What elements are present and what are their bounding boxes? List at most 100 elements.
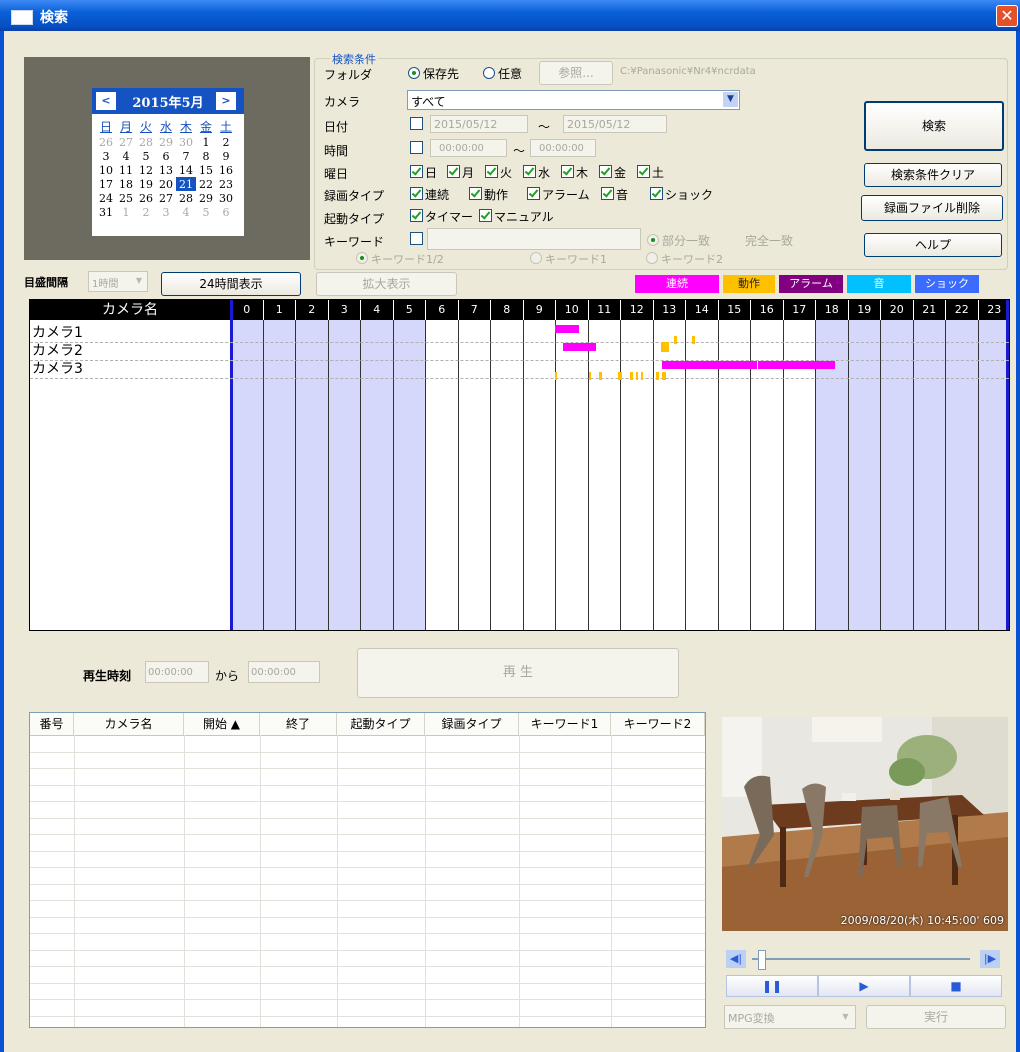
kw12-radio[interactable]: キーワード1/2 (356, 251, 444, 267)
list-column-header[interactable]: 終了 (260, 713, 337, 735)
calendar-day[interactable]: 15 (196, 163, 216, 177)
calendar-day[interactable]: 10 (96, 163, 116, 177)
calendar-day[interactable]: 19 (136, 177, 156, 191)
match-exact-radio[interactable]: 完全一致 (745, 232, 793, 249)
calendar-day[interactable]: 27 (156, 191, 176, 205)
starttype-checkbox[interactable]: タイマー (410, 208, 473, 225)
close-button[interactable]: ✕ (996, 5, 1018, 27)
list-column-header[interactable]: キーワード1 (519, 713, 611, 735)
kw1-radio[interactable]: キーワード1 (530, 251, 607, 267)
calendar-day[interactable]: 5 (136, 149, 156, 163)
pause-button[interactable]: ❚❚ (726, 975, 818, 997)
calendar-day[interactable]: 1 (116, 205, 136, 219)
calendar-day[interactable]: 24 (96, 191, 116, 205)
calendar-day[interactable]: 26 (96, 135, 116, 149)
timeline-segment-motion[interactable] (641, 372, 644, 380)
calendar-day[interactable]: 4 (116, 149, 136, 163)
calendar-day[interactable]: 8 (196, 149, 216, 163)
calendar-day[interactable]: 30 (216, 191, 236, 205)
timeline-segment-continuous[interactable] (758, 361, 835, 369)
calendar-day[interactable]: 3 (96, 149, 116, 163)
list-column-header[interactable]: 番号 (30, 713, 74, 735)
calendar-day[interactable]: 23 (216, 177, 236, 191)
calendar-day[interactable]: 1 (196, 135, 216, 149)
time-to-field[interactable]: 00:00:00 (530, 139, 596, 157)
rectype-checkbox[interactable]: アラーム (527, 186, 590, 203)
calendar-day[interactable]: 18 (116, 177, 136, 191)
results-list[interactable]: 番号 カメラ名 開始 ▲ 終了 起動タイプ 録画タイプ キーワード1 キーワード2 (29, 712, 706, 1028)
timeline-segment-motion[interactable] (589, 372, 592, 380)
list-column-header[interactable]: 開始 ▲ (184, 713, 260, 735)
help-button[interactable]: ヘルプ (864, 233, 1002, 257)
calendar-day[interactable]: 31 (96, 205, 116, 219)
calendar-day[interactable]: 4 (176, 205, 196, 219)
calendar-day[interactable]: 29 (156, 135, 176, 149)
calendar-day[interactable]: 14 (176, 163, 196, 177)
list-column-header[interactable]: 起動タイプ (337, 713, 425, 735)
calendar-day[interactable]: 11 (116, 163, 136, 177)
calendar-day[interactable]: 16 (216, 163, 236, 177)
calendar-day[interactable]: 2 (136, 205, 156, 219)
timeline-segment-motion[interactable] (618, 372, 622, 380)
clear-conditions-button[interactable]: 検索条件クリア (864, 163, 1002, 187)
weekday-checkbox[interactable]: 土 (637, 164, 664, 181)
play-button[interactable]: 再 生 (357, 648, 679, 698)
time-from-field[interactable]: 00:00:00 (430, 139, 507, 157)
calendar-day[interactable]: 2 (216, 135, 236, 149)
calendar-day[interactable]: 27 (116, 135, 136, 149)
timeline-segment-motion[interactable] (555, 372, 557, 380)
timeline-segment-motion[interactable] (673, 336, 677, 344)
calendar-day[interactable]: 5 (196, 205, 216, 219)
camera-select[interactable]: すべて ▼ (407, 90, 740, 110)
calendar-day[interactable]: 28 (176, 191, 196, 205)
rectype-checkbox[interactable]: 音 (601, 186, 628, 203)
play-icon-button[interactable]: ▶ (818, 975, 910, 997)
keyword-checkbox[interactable] (410, 232, 425, 247)
recording-timeline[interactable]: カメラ名 0 1 2 3 4 5 6 7 8 9 10 11 12 13 14 15 16 17 18 19 20 21 2… (29, 299, 1010, 631)
keyword-input[interactable] (427, 228, 641, 250)
timeline-segment-continuous[interactable] (563, 343, 596, 351)
seek-thumb[interactable] (758, 950, 766, 970)
calendar-day[interactable]: 20 (156, 177, 176, 191)
calendar-day[interactable]: 3 (156, 205, 176, 219)
weekday-checkbox[interactable]: 木 (561, 164, 588, 181)
folder-any-radio[interactable]: 任意 (483, 65, 522, 82)
display-24h-button[interactable]: 24時間表示 (161, 272, 301, 296)
match-partial-radio[interactable]: 部分一致 (647, 232, 710, 249)
playback-from-field[interactable]: 00:00:00 (145, 661, 209, 683)
time-checkbox[interactable] (410, 141, 425, 156)
seek-slider[interactable] (752, 958, 970, 960)
convert-format-select[interactable]: MPG変換 ▼ (724, 1005, 856, 1029)
weekday-checkbox[interactable]: 水 (523, 164, 550, 181)
weekday-checkbox[interactable]: 金 (599, 164, 626, 181)
calendar-day[interactable]: 6 (156, 149, 176, 163)
weekday-checkbox[interactable]: 月 (447, 164, 474, 181)
weekday-checkbox[interactable]: 日 (410, 164, 437, 181)
calendar-day[interactable]: 9 (216, 149, 236, 163)
kw2-radio[interactable]: キーワード2 (646, 251, 723, 267)
next-month-button[interactable]: > (216, 92, 236, 110)
calendar-day[interactable]: 26 (136, 191, 156, 205)
timeline-segment-motion[interactable] (662, 372, 666, 380)
step-back-button[interactable]: ◀| (726, 950, 746, 968)
calendar-day[interactable]: 22 (196, 177, 216, 191)
rectype-checkbox[interactable]: ショック (650, 186, 713, 203)
calendar-day[interactable]: 30 (176, 135, 196, 149)
calendar-day[interactable]: 6 (216, 205, 236, 219)
list-column-header[interactable]: 録画タイプ (425, 713, 519, 735)
calendar-day[interactable]: 7 (176, 149, 196, 163)
search-button[interactable]: 検索 (864, 101, 1004, 151)
timeline-segment-continuous[interactable] (555, 325, 580, 333)
browse-button[interactable]: 参照... (539, 61, 613, 85)
zoom-button[interactable]: 拡大表示 (316, 272, 457, 296)
calendar-day[interactable]: 13 (156, 163, 176, 177)
step-forward-button[interactable]: |▶ (980, 950, 1000, 968)
timeline-segment-motion[interactable] (655, 372, 659, 380)
list-column-header[interactable]: カメラ名 (74, 713, 184, 735)
date-from-field[interactable]: 2015/05/12 (430, 115, 528, 133)
delete-recording-button[interactable]: 録画ファイル削除 (861, 195, 1003, 221)
calendar-day[interactable]: 21 (176, 177, 196, 191)
scale-select[interactable]: 1時間 ▼ (88, 271, 148, 292)
timeline-segment-motion[interactable] (660, 342, 669, 352)
timeline-segment-continuous[interactable] (662, 361, 757, 369)
